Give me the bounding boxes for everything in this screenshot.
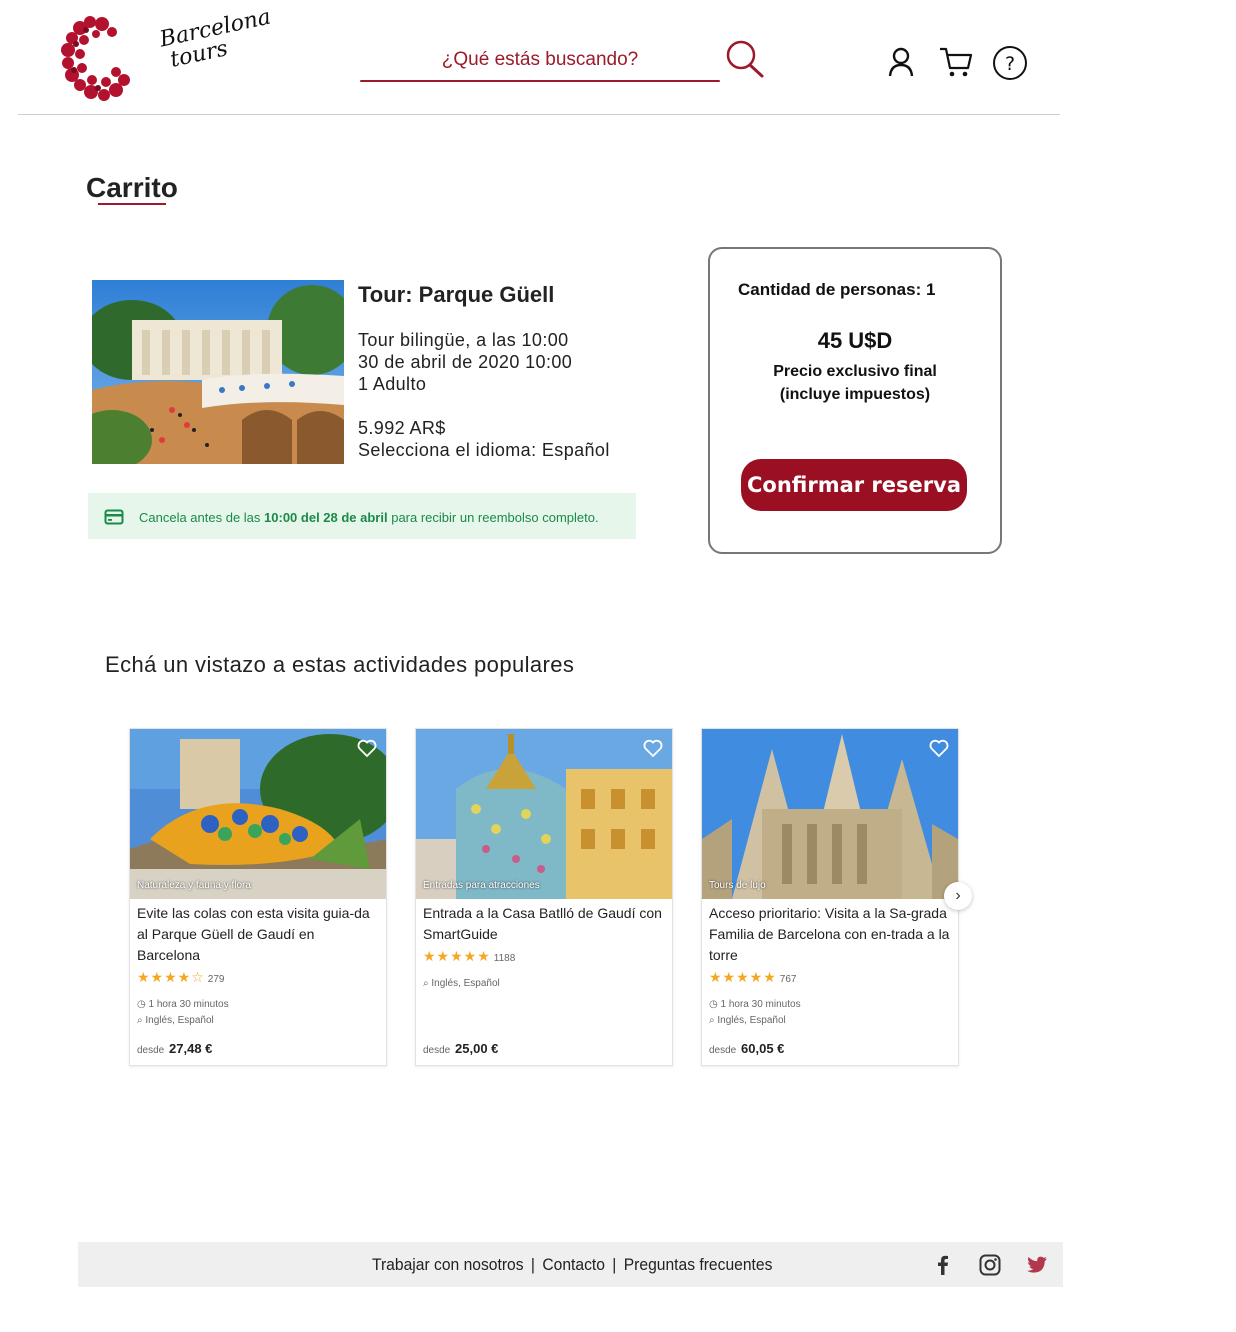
activity-price: desde 60,05 € bbox=[709, 1041, 784, 1056]
footer-separator: | bbox=[612, 1255, 617, 1274]
cart-icon bbox=[940, 47, 973, 77]
activity-title: Entrada a la Casa Batlló de Gaudí con Sm… bbox=[423, 905, 662, 942]
duration: ◷ 1 hora 30 minutos bbox=[137, 999, 229, 1010]
tour-schedule: Tour bilingüe, a las 10:00 bbox=[358, 330, 569, 350]
duration: ◷ 1 hora 30 minutos bbox=[709, 999, 801, 1010]
price-value: 60,05 € bbox=[741, 1041, 785, 1056]
heart-icon bbox=[929, 739, 949, 758]
favorite-button[interactable] bbox=[928, 737, 950, 759]
refund-deadline: 10:00 del 28 de abril bbox=[264, 510, 388, 525]
activity-title: Acceso prioritario: Visita a la Sa-grada… bbox=[709, 905, 950, 963]
languages: ⌕ Inglés, Español bbox=[709, 1015, 786, 1026]
svg-text:?: ? bbox=[1005, 53, 1015, 75]
activity-card[interactable]: Naturaleza y fauna y flora Evite las col… bbox=[129, 728, 387, 1066]
page-title: Carrito bbox=[86, 172, 178, 203]
stars: ★★★★★ bbox=[423, 948, 491, 964]
tour-language-select[interactable]: Selecciona el idioma: Español bbox=[358, 440, 610, 461]
carousel-next-button[interactable]: › bbox=[944, 882, 972, 910]
price-value: 25,00 € bbox=[455, 1041, 499, 1056]
tour-price: 5.992 AR$ bbox=[358, 418, 446, 438]
help-button[interactable]: ? bbox=[992, 44, 1028, 80]
search-icon bbox=[726, 40, 764, 78]
activity-price: desde 25,00 € bbox=[423, 1041, 498, 1056]
price-note: Precio exclusivo final (incluye impuesto… bbox=[708, 360, 1002, 406]
activity-image: Entradas para atracciones bbox=[416, 729, 672, 899]
activity-title: Evite las colas con esta visita guia-da … bbox=[137, 905, 370, 963]
tour-photo bbox=[92, 280, 344, 464]
cart-button[interactable] bbox=[938, 44, 974, 80]
languages-value: Inglés, Español bbox=[431, 978, 500, 989]
instagram-icon bbox=[979, 1254, 1001, 1276]
footer-links: Trabajar con nosotros | Contacto | Preguntas… bbox=[372, 1255, 772, 1275]
price-prefix: desde bbox=[137, 1045, 165, 1056]
activity-price: desde 27,48 € bbox=[137, 1041, 212, 1056]
rating-stars: ★★★★★ 767 bbox=[709, 969, 796, 986]
instagram-link[interactable] bbox=[978, 1253, 1002, 1277]
price-note-line-1: Precio exclusivo final bbox=[773, 363, 937, 380]
park-guell-photo bbox=[92, 280, 344, 464]
confirm-reservation-button[interactable]: Confirmar reserva bbox=[741, 459, 967, 511]
rating-stars: ★★★★★ 1188 bbox=[423, 948, 515, 965]
activity-image: Tours de lujo bbox=[702, 729, 958, 899]
tour-title: Tour: Parque Güell bbox=[358, 282, 555, 307]
search-button[interactable] bbox=[724, 38, 766, 80]
price-note-line-2: (incluye impuestos) bbox=[779, 386, 931, 403]
heart-icon bbox=[357, 739, 377, 758]
languages-value: Inglés, Español bbox=[145, 1015, 214, 1026]
price-prefix: desde bbox=[709, 1045, 737, 1056]
search-underline bbox=[360, 80, 720, 82]
activity-card[interactable]: Entradas para atracciones Entrada a la C… bbox=[415, 728, 673, 1066]
activity-category: Entradas para atracciones bbox=[423, 880, 540, 891]
people-count: Cantidad de personas: 1 bbox=[738, 280, 936, 299]
activity-category: Naturaleza y fauna y flora bbox=[137, 880, 251, 891]
refund-suffix: para recibir un reembolso completo. bbox=[387, 510, 599, 525]
facebook-link[interactable] bbox=[931, 1253, 955, 1277]
languages: ⌕ Inglés, Español bbox=[137, 1015, 214, 1026]
review-count: 767 bbox=[779, 974, 797, 985]
review-count: 279 bbox=[207, 974, 225, 985]
account-button[interactable] bbox=[883, 44, 919, 80]
favorite-button[interactable] bbox=[642, 737, 664, 759]
popular-section-title: Echá un vistazo a estas actividades popu… bbox=[105, 652, 575, 677]
logo[interactable]: Barcelona tours bbox=[60, 5, 273, 105]
price-prefix: desde bbox=[423, 1045, 451, 1056]
stars: ★★★★★ bbox=[709, 969, 777, 985]
search-input[interactable]: ¿Qué estás buscando? bbox=[360, 49, 720, 71]
header-divider bbox=[18, 114, 1060, 115]
help-icon: ? bbox=[993, 46, 1027, 80]
footer-link-faq[interactable]: Preguntas frecuentes bbox=[624, 1255, 773, 1274]
stars: ★★★★☆ bbox=[137, 969, 205, 985]
twitter-link[interactable] bbox=[1025, 1253, 1049, 1277]
favorite-button[interactable] bbox=[356, 737, 378, 759]
languages-value: Inglés, Español bbox=[717, 1015, 786, 1026]
facebook-icon bbox=[938, 1255, 948, 1275]
activity-card[interactable]: Tours de lujo Acceso prioritario: Visita… bbox=[701, 728, 959, 1066]
total-price: 45 U$D bbox=[817, 328, 893, 353]
footer-separator: | bbox=[530, 1255, 535, 1274]
activity-image: Naturaleza y fauna y flora bbox=[130, 729, 386, 899]
tour-date: 30 de abril de 2020 10:00 bbox=[358, 352, 573, 372]
heart-icon bbox=[643, 739, 663, 758]
duration-value: 1 hora 30 minutos bbox=[720, 999, 801, 1010]
duration-value: 1 hora 30 minutos bbox=[148, 999, 229, 1010]
title-underline bbox=[98, 203, 166, 205]
twitter-icon bbox=[1027, 1256, 1047, 1273]
rating-stars: ★★★★☆ 279 bbox=[137, 969, 224, 986]
footer-link-work[interactable]: Trabajar con nosotros bbox=[372, 1255, 524, 1274]
refund-text: Cancela antes de las 10:00 del 28 de abr… bbox=[139, 510, 599, 525]
activity-category: Tours de lujo bbox=[709, 880, 766, 891]
footer-link-contact[interactable]: Contacto bbox=[542, 1255, 605, 1274]
languages: ⌕ Inglés, Español bbox=[423, 978, 500, 989]
tour-participants: 1 Adulto bbox=[358, 374, 427, 394]
user-icon bbox=[888, 47, 914, 77]
refund-prefix: Cancela antes de las bbox=[139, 510, 265, 525]
review-count: 1188 bbox=[493, 953, 516, 964]
credit-card-icon bbox=[104, 509, 124, 525]
price-value: 27,48 € bbox=[169, 1041, 213, 1056]
chevron-right-icon: › bbox=[955, 887, 961, 904]
